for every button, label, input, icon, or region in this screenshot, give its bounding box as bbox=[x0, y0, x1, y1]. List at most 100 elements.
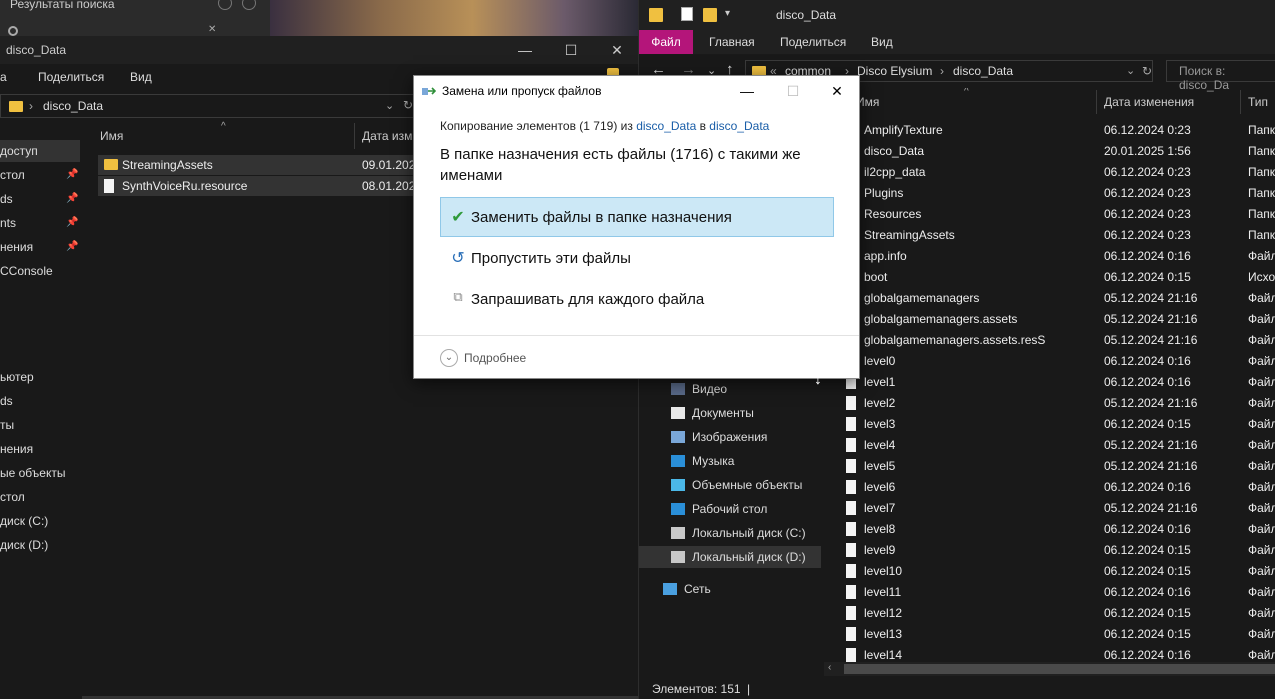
sidebar-item[interactable]: Музыка bbox=[639, 450, 821, 472]
sidebar-item[interactable]: Видео bbox=[639, 378, 821, 400]
refresh-icon[interactable]: ↻ bbox=[1142, 64, 1152, 78]
properties-icon[interactable] bbox=[681, 7, 693, 21]
chevron-down-icon[interactable]: ⌄ bbox=[385, 99, 394, 112]
table-row[interactable]: level8 06.12.2024 0:16 Файл bbox=[842, 519, 1275, 540]
table-row[interactable]: app.info 06.12.2024 0:16 Файл bbox=[842, 246, 1275, 267]
sidebar-item[interactable]: Локальный диск (D:) bbox=[639, 546, 821, 568]
scroll-left-icon[interactable]: ‹ bbox=[828, 662, 831, 673]
table-row[interactable]: globalgamemanagers 05.12.2024 21:16 Файл bbox=[842, 288, 1275, 309]
replace-files-option[interactable]: ✔ Заменить файлы в папке назначения bbox=[440, 197, 834, 237]
table-row[interactable]: level10 06.12.2024 0:15 Файл bbox=[842, 561, 1275, 582]
table-row[interactable]: level4 05.12.2024 21:16 Файл bbox=[842, 435, 1275, 456]
table-row[interactable]: Resources 06.12.2024 0:23 Папк bbox=[842, 204, 1275, 225]
minimize-button[interactable]: — bbox=[502, 39, 548, 61]
file-type: Файл bbox=[1248, 522, 1275, 536]
sidebar-item[interactable]: диск (C:) bbox=[0, 510, 80, 532]
table-row[interactable]: level9 06.12.2024 0:15 Файл bbox=[842, 540, 1275, 561]
table-row[interactable]: level5 05.12.2024 21:16 Файл bbox=[842, 456, 1275, 477]
destination-folder-link[interactable]: disco_Data bbox=[709, 119, 769, 133]
sidebar-item[interactable]: ds bbox=[0, 390, 80, 412]
ask-each-file-option[interactable]: ⧉ Запрашивать для каждого файла bbox=[440, 279, 834, 319]
ribbon-tab-view[interactable]: Вид bbox=[871, 35, 893, 49]
sidebar-item[interactable]: стол bbox=[0, 486, 80, 508]
minimize-button[interactable]: — bbox=[724, 80, 770, 102]
sidebar-item[interactable]: доступ bbox=[0, 140, 80, 162]
new-folder-icon[interactable] bbox=[703, 8, 717, 22]
sidebar-item[interactable]: диск (D:) bbox=[0, 534, 80, 556]
breadcrumb-disco-data[interactable]: disco_Data bbox=[953, 64, 1013, 78]
ribbon-tab-file[interactable]: Файл bbox=[639, 30, 693, 54]
column-name[interactable]: Имя bbox=[100, 129, 123, 143]
sidebar-item[interactable]: ds 📌 bbox=[0, 188, 80, 210]
table-row[interactable]: level11 06.12.2024 0:16 Файл bbox=[842, 582, 1275, 603]
table-row[interactable]: Plugins 06.12.2024 0:23 Папк bbox=[842, 183, 1275, 204]
sidebar-item[interactable]: CConsole bbox=[0, 260, 80, 282]
table-row[interactable]: disco_Data 20.01.2025 1:56 Папк bbox=[842, 141, 1275, 162]
file-type: Файл bbox=[1248, 438, 1275, 452]
maximize-button[interactable]: ☐ bbox=[548, 39, 594, 61]
table-row[interactable]: level7 05.12.2024 21:16 Файл bbox=[842, 498, 1275, 519]
table-row[interactable]: level2 05.12.2024 21:16 Файл bbox=[842, 393, 1275, 414]
table-row[interactable]: AmplifyTexture 06.12.2024 0:23 Папк bbox=[842, 120, 1275, 141]
source-folder-link[interactable]: disco_Data bbox=[636, 119, 696, 133]
table-row[interactable]: level14 06.12.2024 0:16 Файл bbox=[842, 645, 1275, 663]
horizontal-scrollbar[interactable]: ‹ bbox=[824, 662, 1275, 676]
sidebar-item[interactable]: Сеть bbox=[639, 578, 821, 600]
column-date[interactable]: Дата изм bbox=[362, 129, 412, 143]
scrollbar-thumb[interactable] bbox=[844, 664, 1275, 674]
history-icon[interactable] bbox=[218, 0, 232, 10]
more-details-label[interactable]: Подробнее bbox=[464, 351, 526, 365]
sidebar-item[interactable]: Документы bbox=[639, 402, 821, 424]
close-button[interactable]: ✕ bbox=[814, 80, 860, 102]
column-type[interactable]: Тип bbox=[1248, 95, 1268, 109]
table-row[interactable]: globalgamemanagers.assets.resS 05.12.2024… bbox=[842, 330, 1275, 351]
table-row[interactable]: level13 06.12.2024 0:15 Файл bbox=[842, 624, 1275, 645]
sidebar-item[interactable]: Объемные объекты bbox=[639, 474, 821, 496]
file-name: level6 bbox=[864, 480, 896, 494]
table-row[interactable]: StreamingAssets 06.12.2024 0:23 Папк bbox=[842, 225, 1275, 246]
table-row[interactable]: level12 06.12.2024 0:15 Файл bbox=[842, 603, 1275, 624]
table-row[interactable]: level1 06.12.2024 0:16 Файл bbox=[842, 372, 1275, 393]
sidebar-item[interactable]: стол 📌 bbox=[0, 164, 80, 186]
chevron-down-icon[interactable]: ⌄ bbox=[1126, 64, 1135, 77]
sidebar-item[interactable]: ты bbox=[0, 414, 80, 436]
table-row[interactable]: il2cpp_data 06.12.2024 0:23 Папк bbox=[842, 162, 1275, 183]
table-row[interactable]: level0 06.12.2024 0:16 Файл bbox=[842, 351, 1275, 372]
sidebar-item-label: диск (D:) bbox=[0, 538, 49, 552]
customize-toolbar-icon[interactable]: ▾ bbox=[725, 8, 739, 22]
sidebar-item[interactable]: Рабочий стол bbox=[639, 498, 821, 520]
chevron-down-icon[interactable]: ✕ bbox=[208, 24, 216, 35]
file-name: level1 bbox=[864, 375, 896, 389]
table-row[interactable]: level3 06.12.2024 0:15 Файл bbox=[842, 414, 1275, 435]
sidebar-item[interactable]: нения bbox=[0, 438, 80, 460]
window-title: disco_Data bbox=[6, 43, 67, 57]
close-search-icon[interactable] bbox=[242, 0, 256, 10]
expand-details-icon[interactable]: ⌄ bbox=[440, 349, 458, 367]
ribbon-tab-home[interactable]: Главная bbox=[709, 35, 755, 49]
address-bar[interactable]: › disco_Data ⌄ ↻ bbox=[0, 94, 420, 118]
sidebar-item[interactable]: Изображения bbox=[639, 426, 821, 448]
file-date: 06.12.2024 0:23 bbox=[1104, 165, 1191, 179]
table-row[interactable]: boot 06.12.2024 0:15 Исхо bbox=[842, 267, 1275, 288]
skip-files-option[interactable]: ↺ Пропустить эти файлы bbox=[440, 238, 834, 278]
search-icon[interactable] bbox=[8, 26, 18, 36]
ribbon-tab-share[interactable]: Поделиться bbox=[38, 70, 104, 84]
sidebar-item[interactable]: nts 📌 bbox=[0, 212, 80, 234]
sidebar-item[interactable]: ые объекты bbox=[0, 462, 80, 484]
search-box[interactable]: Поиск в: disco_Da bbox=[1166, 60, 1275, 92]
table-row[interactable]: level6 06.12.2024 0:16 Файл bbox=[842, 477, 1275, 498]
maximize-button[interactable]: ☐ bbox=[770, 80, 816, 102]
sidebar-item-label: ds bbox=[0, 192, 13, 206]
sidebar-item[interactable]: нения 📌 bbox=[0, 236, 80, 258]
ribbon-tab-share[interactable]: Поделиться bbox=[780, 35, 846, 49]
sidebar-item[interactable]: Локальный диск (C:) bbox=[639, 522, 821, 544]
breadcrumb-disco-elysium[interactable]: Disco Elysium bbox=[857, 64, 932, 78]
sidebar-item[interactable]: ьютер bbox=[0, 366, 80, 388]
ribbon-tab-view[interactable]: Вид bbox=[130, 70, 152, 84]
column-date[interactable]: Дата изменения bbox=[1104, 95, 1194, 109]
table-row[interactable]: globalgamemanagers.assets 05.12.2024 21:1… bbox=[842, 309, 1275, 330]
navigation-pane: доступ стол 📌 ds 📌 nts 📌 нения 📌 CConsole ьютер ds т… bbox=[0, 134, 80, 699]
ribbon-tab-home[interactable]: а bbox=[0, 70, 7, 84]
refresh-icon[interactable]: ↻ bbox=[403, 98, 413, 112]
close-button[interactable]: ✕ bbox=[594, 39, 640, 61]
